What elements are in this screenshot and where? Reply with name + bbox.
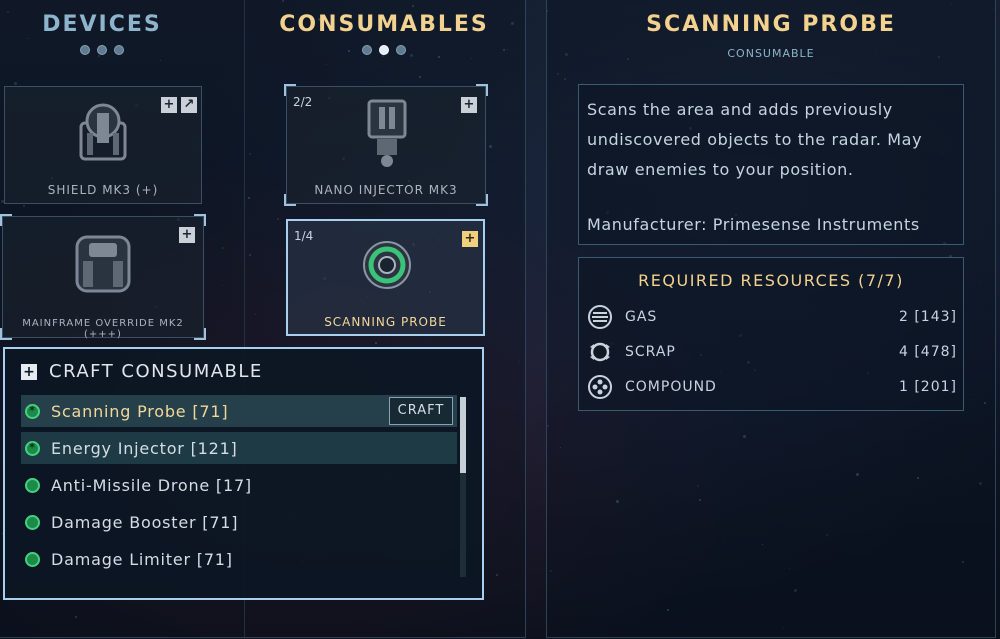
description-text: Scans the area and adds previously undis… xyxy=(587,100,923,179)
resource-row-gas: GAS 2 [143] xyxy=(587,304,957,330)
craft-list-item[interactable]: Energy Injector [121] xyxy=(21,432,457,464)
manufacturer-text: Manufacturer: Primesense Instruments xyxy=(587,215,920,234)
page-dot[interactable] xyxy=(396,45,406,55)
craft-list-item[interactable]: Damage Limiter [71] xyxy=(21,543,457,575)
craft-item-label: Scanning Probe [71] xyxy=(51,401,229,421)
device-card-shield[interactable]: + ↗ SHIELD MK3 (+) xyxy=(4,86,202,204)
resource-row-compound: COMPOUND 1 [201] xyxy=(587,374,957,400)
status-dot-icon xyxy=(25,477,40,493)
add-button[interactable]: + xyxy=(462,231,478,247)
status-star-icon xyxy=(25,440,40,456)
resource-value: 2 [143] xyxy=(898,309,957,325)
mainframe-module-icon xyxy=(75,235,131,293)
gas-icon xyxy=(588,305,612,329)
consumable-card-scanning-probe[interactable]: 1/4 + SCANNING PROBE xyxy=(286,219,485,336)
craft-item-label: Damage Limiter [71] xyxy=(51,549,233,569)
consumable-card-nano-injector[interactable]: 2/2 + NANO INJECTOR MK3 xyxy=(284,84,488,206)
card-label: SHIELD MK3 (+) xyxy=(47,183,159,197)
card-label: NANO INJECTOR MK3 xyxy=(314,183,458,197)
resource-name: GAS xyxy=(625,309,658,325)
resource-name: SCRAP xyxy=(625,344,676,360)
page-dot-active[interactable] xyxy=(379,45,389,55)
devices-title[interactable]: DEVICES xyxy=(0,12,212,37)
card-label: MAINFRAME OVERRIDE MK2 (+++) xyxy=(22,318,184,340)
compound-icon xyxy=(588,375,612,399)
detail-subtitle: CONSUMABLE xyxy=(727,47,815,60)
resource-row-scrap: SCRAP 4 [478] xyxy=(587,339,957,365)
detail-title: SCANNING PROBE xyxy=(646,12,896,37)
status-dot-icon xyxy=(25,514,40,530)
scrap-icon xyxy=(590,342,610,362)
status-dot-icon xyxy=(25,551,40,567)
consumables-title[interactable]: CONSUMABLES xyxy=(274,12,494,37)
plus-icon: + xyxy=(21,363,37,380)
craft-title: CRAFT CONSUMABLE xyxy=(49,361,263,382)
craft-list-item[interactable]: Anti-Missile Drone [17] xyxy=(21,469,457,501)
craft-header: + CRAFT CONSUMABLE xyxy=(21,361,263,382)
item-count: 1/4 xyxy=(294,229,314,243)
nano-injector-icon xyxy=(367,99,407,167)
craft-consumable-panel: + CRAFT CONSUMABLE Scanning Probe [71] C… xyxy=(3,347,484,600)
expand-icon[interactable]: ↗ xyxy=(181,97,197,113)
shield-module-icon xyxy=(79,103,127,161)
add-button[interactable]: + xyxy=(179,227,195,243)
card-label: SCANNING PROBE xyxy=(324,315,447,329)
device-card-mainframe[interactable]: + MAINFRAME OVERRIDE MK2 (+++) xyxy=(0,214,206,340)
craft-list-item[interactable]: Scanning Probe [71] CRAFT xyxy=(21,395,457,427)
craft-list-item[interactable]: Damage Booster [71] xyxy=(21,506,457,538)
craft-button[interactable]: CRAFT xyxy=(389,397,453,425)
status-star-icon xyxy=(25,403,40,419)
page-dot[interactable] xyxy=(80,45,90,55)
resource-value: 1 [201] xyxy=(898,379,957,395)
scanning-probe-icon xyxy=(363,241,411,289)
required-resources-box: REQUIRED RESOURCES (7/7) GAS 2 [143] SCR… xyxy=(578,257,964,411)
craft-item-label: Anti-Missile Drone [17] xyxy=(51,475,252,495)
resource-name: COMPOUND xyxy=(625,379,717,395)
scrollbar-thumb[interactable] xyxy=(460,397,466,473)
devices-page-dots xyxy=(80,45,124,55)
add-button[interactable]: + xyxy=(161,97,177,113)
page-dot[interactable] xyxy=(362,45,372,55)
resource-value: 4 [478] xyxy=(898,344,957,360)
craft-item-label: Damage Booster [71] xyxy=(51,512,239,532)
page-dot[interactable] xyxy=(114,45,124,55)
item-count: 2/2 xyxy=(293,95,313,109)
add-button[interactable]: + xyxy=(461,97,477,113)
page-dot[interactable] xyxy=(97,45,107,55)
resources-title: REQUIRED RESOURCES (7/7) xyxy=(638,271,904,290)
consumables-page-dots xyxy=(362,45,406,55)
craft-item-label: Energy Injector [121] xyxy=(51,438,238,458)
description-box: Scans the area and adds previously undis… xyxy=(578,84,964,245)
craft-list: Scanning Probe [71] CRAFT Energy Injecto… xyxy=(21,395,457,580)
